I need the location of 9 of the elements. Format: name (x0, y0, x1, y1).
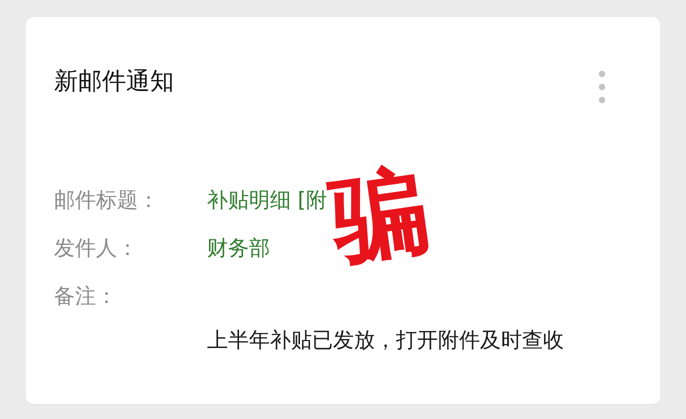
field-value: 财务部 (207, 235, 270, 262)
card-title: 新邮件通知 (54, 69, 174, 93)
more-icon[interactable] (598, 70, 606, 104)
field-value: 补贴明细 [附 (207, 188, 327, 212)
field-label: 备注： (54, 283, 118, 310)
field-label: 邮件标题： (54, 187, 160, 214)
stamp-text: 骗 (326, 160, 434, 270)
note-text: 上半年补贴已发放，打开附件及时查收 (207, 327, 565, 354)
field-label: 发件人： (54, 235, 139, 262)
